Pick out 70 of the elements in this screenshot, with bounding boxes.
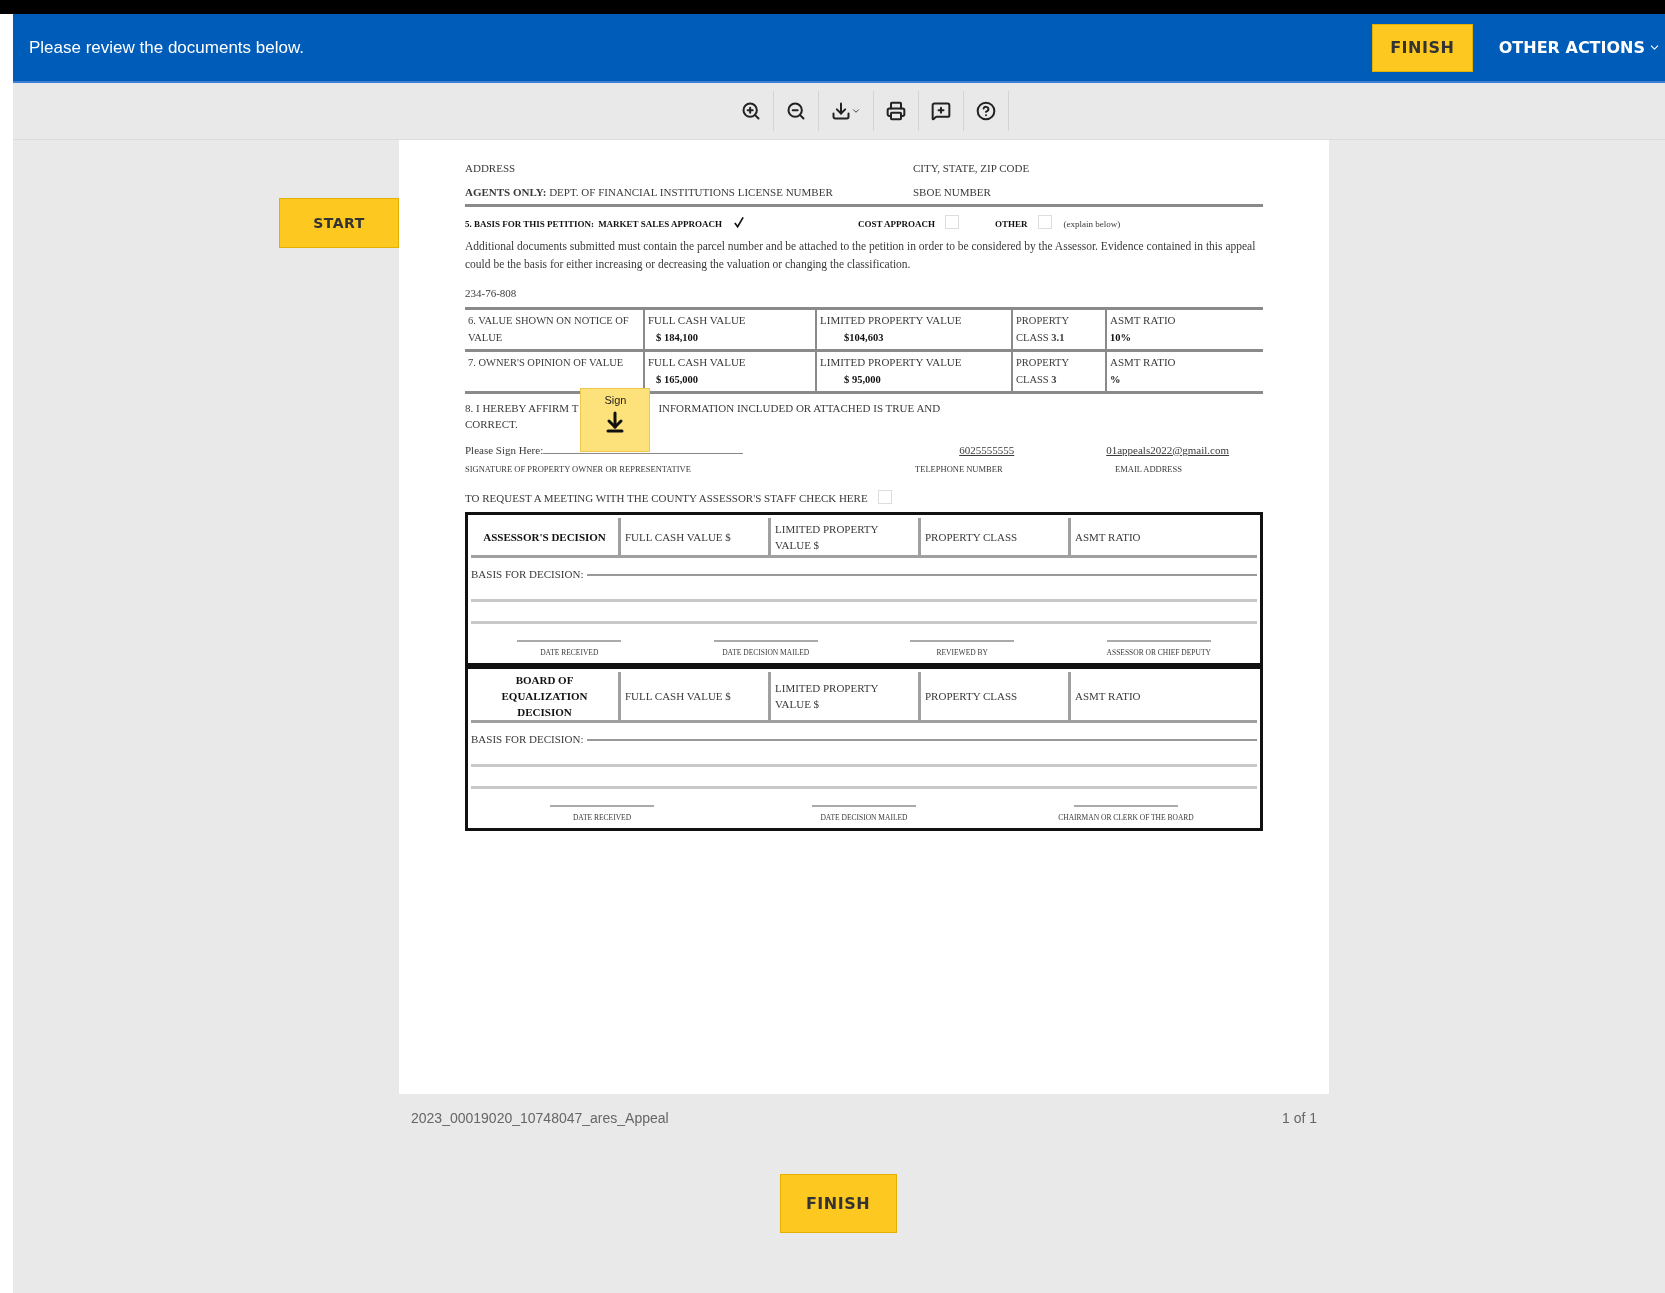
field-caption: SIGNATURE OF PROPERTY OWNER OR REPRESENTATIVE: [465, 464, 691, 474]
section-title: 5. BASIS FOR THIS PETITION:: [465, 219, 595, 229]
cell-label: FULL CASH VALUE: [648, 355, 747, 370]
decision-title: ASSESSOR'S DECISION: [483, 529, 606, 545]
cell-value: %: [1110, 373, 1122, 387]
cell-label: ASMT RATIO: [1110, 355, 1177, 370]
field-label: SBOE NUMBER: [913, 186, 991, 198]
email-address: 01appeals2022@gmail.com: [1106, 444, 1230, 456]
checkbox[interactable]: [877, 490, 892, 504]
option-label: OTHER: [995, 219, 1028, 229]
notice-paragraph: Additional documents submitted must contain the parcel number and be attached to the petition in order to be considered by the Assessor. Evidence contained in this appeal could be the basis for either increasing or decreasing the valuation or changing the classification.: [465, 239, 1257, 273]
cell-label: PROPERTY CLASS 3.1: [1016, 314, 1070, 345]
zoom-out-icon: [786, 101, 806, 121]
help-icon: [976, 101, 996, 121]
finish-button[interactable]: FINISH: [779, 1174, 897, 1233]
comment-icon: [931, 101, 951, 121]
affirm-text: CORRECT.: [465, 418, 518, 430]
meeting-request-label: TO REQUEST A MEETING WITH THE COUNTY ASSESSOR'S STAFF CHECK HERE: [465, 492, 868, 504]
cell-label: LIMITED PROPERTY VALUE: [820, 313, 963, 328]
field-label: AGENTS ONLY: DEPT. OF FINANCIAL INSTITUTIONS LICENSE NUMBER: [465, 186, 833, 198]
other-actions-button[interactable]: OTHER ACTIONS: [1498, 38, 1661, 57]
row-label: 6. VALUE SHOWN ON NOTICE OF VALUE: [468, 314, 630, 345]
sign-tag[interactable]: Sign: [580, 388, 651, 452]
column-label: PROPERTY CLASS: [925, 689, 1018, 704]
cell-value: $ 184,100: [655, 331, 699, 345]
sign-prompt: Please Sign Here:: [465, 444, 544, 456]
page-count: 1 of 1: [1281, 1110, 1317, 1126]
column-label: ASMT RATIO: [1075, 529, 1141, 545]
column-label: PROPERTY CLASS: [925, 529, 1018, 545]
column-label: FULL CASH VALUE $: [625, 689, 731, 704]
phone-number: 6025555555: [959, 444, 1015, 456]
field-label: ADDRESS: [465, 162, 516, 174]
affirm-text: 8. I HEREBY AFFIRM T: [465, 402, 579, 414]
download-icon: [831, 101, 851, 121]
row-label: 7. OWNER'S OPINION OF VALUE: [468, 356, 625, 370]
start-button[interactable]: START: [279, 198, 399, 248]
column-label: LIMITED PROPERTY VALUE $: [775, 521, 880, 553]
checkbox[interactable]: [1037, 215, 1052, 229]
decision-title: BOARD OF EQUALIZATION DECISION: [500, 673, 589, 720]
column-label: LIMITED PROPERTY VALUE $: [775, 681, 880, 712]
cell-label: LIMITED PROPERTY VALUE: [820, 355, 963, 370]
cell-label: ASMT RATIO: [1110, 313, 1177, 328]
parcel-number: 234-76-808: [465, 287, 517, 299]
cell-value: $ 95,000: [843, 373, 882, 387]
basis-label: BASIS FOR DECISION:: [471, 733, 584, 745]
cell-label: FULL CASH VALUE: [648, 313, 747, 328]
field-caption: TELEPHONE NUMBER: [915, 464, 1003, 474]
check-icon: [733, 215, 745, 229]
cell-value: 10%: [1110, 331, 1132, 345]
option-label: MARKET SALES APPROACH: [598, 219, 722, 229]
field-caption: EMAIL ADDRESS: [1115, 464, 1182, 474]
printer-icon: [886, 101, 906, 121]
checkbox[interactable]: [732, 215, 746, 229]
sign-label: Sign: [604, 394, 627, 407]
basis-label: BASIS FOR DECISION:: [471, 568, 584, 580]
zoom-in-icon: [741, 101, 761, 121]
cell-label: PROPERTY CLASS 3: [1016, 356, 1070, 387]
cell-value: $104,603: [843, 331, 885, 345]
option-label: COST APPROACH: [858, 219, 936, 229]
cell-value: $ 165,000: [655, 373, 699, 387]
option-note: (explain below): [1063, 219, 1121, 229]
column-label: ASMT RATIO: [1075, 689, 1141, 704]
header-message: Please review the documents below.: [29, 37, 305, 58]
field-label: CITY, STATE, ZIP CODE: [913, 162, 1030, 174]
column-label: FULL CASH VALUE $: [625, 529, 731, 545]
caret-icon: [851, 106, 861, 116]
finish-button[interactable]: FINISH: [1371, 23, 1473, 72]
file-name: 2023_00019020_10748047_ares_Appeal: [411, 1110, 669, 1126]
checkbox[interactable]: [945, 215, 960, 229]
affirm-text: INFORMATION INCLUDED OR ATTACHED IS TRUE AND: [658, 402, 941, 414]
